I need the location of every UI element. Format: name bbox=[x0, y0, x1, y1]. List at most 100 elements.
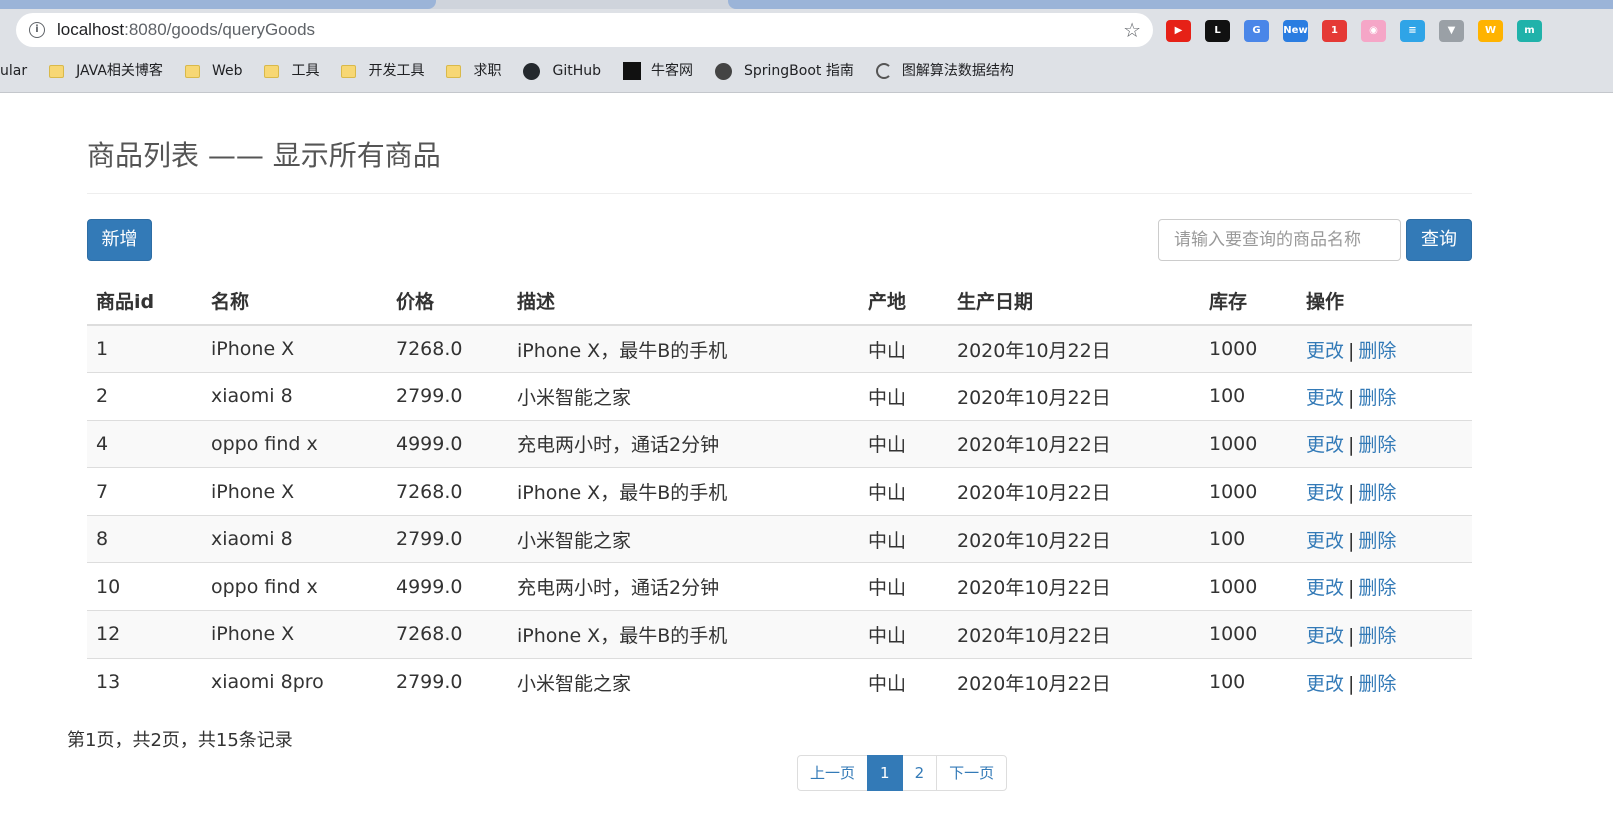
bookmark-item[interactable]: GitHub bbox=[523, 61, 601, 81]
leetcode-extension-icon[interactable]: L bbox=[1205, 20, 1230, 42]
bilibili-extension-icon[interactable]: ◉ bbox=[1361, 20, 1386, 42]
header-id: 商品id bbox=[87, 277, 202, 326]
search-input[interactable] bbox=[1158, 219, 1401, 261]
cell-stock: 1000 bbox=[1200, 562, 1297, 611]
cell-description: 充电两小时，通话2分钟 bbox=[508, 562, 859, 611]
bookmark-item[interactable]: ular bbox=[0, 61, 27, 81]
tab-left[interactable] bbox=[0, 0, 436, 9]
vue-extension-icon[interactable]: ▼ bbox=[1439, 20, 1464, 42]
delete-link[interactable]: 删除 bbox=[1358, 482, 1396, 504]
bookmark-label: Web bbox=[211, 63, 243, 79]
edit-link[interactable]: 更改 bbox=[1306, 673, 1344, 695]
site-info-icon[interactable]: i bbox=[29, 22, 45, 38]
table-row: 8 xiaomi 8 2799.0 小米智能之家 中山 2020年10月22日 100 更改 |… bbox=[87, 514, 1472, 563]
cell-production-date: 2020年10月22日 bbox=[948, 610, 1200, 659]
address-bar[interactable]: i localhost:8080/goods/queryGoods ☆ bbox=[16, 13, 1153, 47]
cell-origin: 中山 bbox=[859, 610, 948, 659]
cell-stock: 1000 bbox=[1200, 467, 1297, 516]
pagination-info: 第1页，共2页，共15条记录 bbox=[67, 730, 293, 751]
cell-operations: 更改 | 删除 bbox=[1297, 610, 1472, 659]
translate-extension-icon[interactable]: G bbox=[1244, 20, 1269, 42]
edit-link[interactable]: 更改 bbox=[1306, 482, 1344, 504]
cell-name: xiaomi 8 bbox=[202, 514, 387, 563]
bookmark-item[interactable]: 工具 bbox=[264, 61, 319, 81]
w-extension-icon[interactable]: W bbox=[1478, 20, 1503, 42]
delete-link[interactable]: 删除 bbox=[1358, 340, 1396, 362]
tab-strip bbox=[0, 0, 1613, 9]
notes-extension-icon[interactable]: ≡ bbox=[1400, 20, 1425, 42]
bookmark-item[interactable]: 牛客网 bbox=[622, 61, 693, 81]
cell-name: oppo find x bbox=[202, 562, 387, 611]
bookmark-item[interactable]: 图解算法数据结构 bbox=[875, 61, 1014, 81]
url-text[interactable]: localhost:8080/goods/queryGoods bbox=[57, 20, 315, 40]
cell-price: 7268.0 bbox=[387, 324, 508, 373]
cell-operations: 更改 | 删除 bbox=[1297, 562, 1472, 611]
edit-link[interactable]: 更改 bbox=[1306, 434, 1344, 456]
delete-link[interactable]: 删除 bbox=[1358, 625, 1396, 647]
cell-origin: 中山 bbox=[859, 562, 948, 611]
globe-icon bbox=[714, 62, 732, 80]
bookmark-item[interactable]: SpringBoot 指南 bbox=[714, 61, 854, 81]
youtube-extension-icon[interactable]: ▶ bbox=[1166, 20, 1191, 42]
badge-extension-icon[interactable]: 1 bbox=[1322, 20, 1347, 42]
goods-table-body: 1 iPhone X 7268.0 iPhone X，最牛B的手机 中山 2020年10月… bbox=[87, 324, 1472, 706]
header-operations: 操作 bbox=[1297, 277, 1472, 326]
cell-id: 13 bbox=[87, 657, 202, 706]
delete-link[interactable]: 删除 bbox=[1358, 577, 1396, 599]
bookmark-label: 图解算法数据结构 bbox=[901, 63, 1014, 79]
bookmark-item[interactable]: 求职 bbox=[446, 61, 501, 81]
bookmark-label: 工具 bbox=[291, 63, 320, 79]
news-extension-icon[interactable]: New bbox=[1283, 20, 1308, 42]
bookmark-star-icon[interactable]: ☆ bbox=[1123, 17, 1141, 43]
cell-operations: 更改 | 删除 bbox=[1297, 657, 1472, 706]
header-name: 名称 bbox=[202, 277, 387, 326]
bookmark-item[interactable]: JAVA相关博客 bbox=[49, 61, 163, 81]
page-title: 商品列表 —— 显示所有商品 bbox=[87, 139, 441, 172]
header-price: 价格 bbox=[387, 277, 508, 326]
cell-stock: 1000 bbox=[1200, 324, 1297, 373]
extensions-bar: ▶ L G New 1 ◉ ≡ ▼ Wm bbox=[1166, 18, 1542, 44]
cell-production-date: 2020年10月22日 bbox=[948, 467, 1200, 516]
edit-link[interactable]: 更改 bbox=[1306, 577, 1344, 599]
header-origin: 产地 bbox=[859, 277, 948, 326]
cell-stock: 1000 bbox=[1200, 610, 1297, 659]
delete-link[interactable]: 删除 bbox=[1358, 530, 1396, 552]
bookmark-item[interactable]: Web bbox=[184, 61, 243, 81]
next-page-button[interactable]: 下一页 bbox=[936, 755, 1008, 791]
cell-description: iPhone X，最牛B的手机 bbox=[508, 467, 859, 516]
goods-table: 商品id 名称 价格 描述 产地 生产日期 库存 操作 1 iPhone X 726… bbox=[87, 277, 1472, 706]
cell-origin: 中山 bbox=[859, 657, 948, 706]
edit-link[interactable]: 更改 bbox=[1306, 340, 1344, 362]
m-extension-icon[interactable]: m bbox=[1517, 20, 1542, 42]
cell-stock: 100 bbox=[1200, 657, 1297, 706]
page-button-1[interactable]: 1 bbox=[867, 755, 903, 791]
link-separator: | bbox=[1348, 386, 1355, 409]
delete-link[interactable]: 删除 bbox=[1358, 434, 1396, 456]
cell-id: 4 bbox=[87, 419, 202, 468]
prev-page-button[interactable]: 上一页 bbox=[797, 755, 869, 791]
table-row: 1 iPhone X 7268.0 iPhone X，最牛B的手机 中山 2020年10月… bbox=[87, 324, 1472, 373]
edit-link[interactable]: 更改 bbox=[1306, 387, 1344, 409]
add-goods-button[interactable]: 新增 bbox=[87, 219, 152, 261]
delete-link[interactable]: 删除 bbox=[1358, 387, 1396, 409]
table-row: 7 iPhone X 7268.0 iPhone X，最牛B的手机 中山 2020年10月… bbox=[87, 467, 1472, 516]
page-button-2[interactable]: 2 bbox=[901, 755, 938, 791]
cell-production-date: 2020年10月22日 bbox=[948, 419, 1200, 468]
edit-link[interactable]: 更改 bbox=[1306, 625, 1344, 647]
search-button[interactable]: 查询 bbox=[1406, 219, 1472, 261]
nowcoder-icon bbox=[622, 62, 641, 80]
delete-link[interactable]: 删除 bbox=[1358, 673, 1396, 695]
cell-price: 4999.0 bbox=[387, 419, 508, 468]
cell-operations: 更改 | 删除 bbox=[1297, 467, 1472, 516]
link-separator: | bbox=[1348, 434, 1355, 457]
cell-name: xiaomi 8pro bbox=[202, 657, 387, 706]
header-description: 描述 bbox=[508, 277, 859, 326]
tab-right[interactable] bbox=[728, 0, 1613, 9]
cell-price: 2799.0 bbox=[387, 372, 508, 421]
bookmark-item[interactable]: 开发工具 bbox=[341, 61, 424, 81]
edit-link[interactable]: 更改 bbox=[1306, 530, 1344, 552]
link-separator: | bbox=[1348, 577, 1355, 600]
cell-description: 小米智能之家 bbox=[508, 372, 859, 421]
cell-id: 1 bbox=[87, 324, 202, 373]
cell-description: 小米智能之家 bbox=[508, 514, 859, 563]
